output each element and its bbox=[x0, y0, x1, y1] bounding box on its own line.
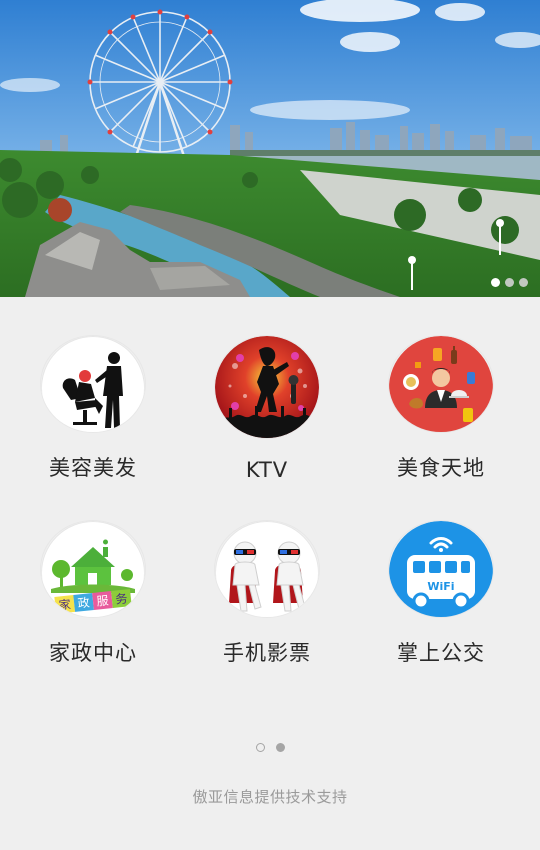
grid-pagination bbox=[0, 743, 540, 752]
service-tile-ktv[interactable]: KTV bbox=[177, 297, 357, 482]
service-label: 美容美发 bbox=[49, 456, 137, 480]
service-label: 掌上公交 bbox=[397, 641, 485, 665]
movie-3d-glasses-icon bbox=[215, 521, 319, 617]
service-label: 家政中心 bbox=[49, 641, 137, 665]
service-label: 美食天地 bbox=[397, 456, 485, 480]
service-tile-bus[interactable]: WiFi 掌上公交 bbox=[351, 482, 531, 667]
footer-credit: 傲亚信息提供技术支持 bbox=[192, 788, 348, 806]
banner-dot[interactable] bbox=[519, 278, 528, 287]
wifi-bus-icon: WiFi bbox=[389, 521, 493, 617]
banner-dot[interactable] bbox=[491, 278, 500, 287]
sign-char: 务 bbox=[115, 590, 129, 606]
sign-char: 政 bbox=[77, 595, 90, 610]
bus-sign-text: WiFi bbox=[427, 580, 454, 593]
service-tile-housekeeping[interactable]: 家 政 服 务 家政中心 bbox=[3, 482, 183, 667]
service-label: KTV bbox=[245, 458, 289, 482]
ktv-singer-icon bbox=[215, 336, 319, 438]
sign-char: 服 bbox=[96, 593, 109, 608]
service-label: 手机影票 bbox=[223, 641, 311, 665]
banner-pagination bbox=[491, 278, 528, 287]
page-dot[interactable] bbox=[255, 743, 265, 752]
banner-dot[interactable] bbox=[505, 278, 514, 287]
banner-image bbox=[0, 0, 540, 297]
page-dot-active[interactable] bbox=[275, 743, 285, 752]
service-tile-food[interactable]: 美食天地 bbox=[351, 297, 531, 482]
service-tile-movie[interactable]: 手机影票 bbox=[177, 482, 357, 667]
service-tile-salon[interactable]: 美容美发 bbox=[3, 297, 183, 482]
sign-char: 家 bbox=[58, 596, 72, 612]
salon-icon bbox=[41, 336, 145, 432]
banner-carousel[interactable] bbox=[0, 0, 540, 297]
housekeeping-house-icon: 家 政 服 务 bbox=[41, 521, 145, 617]
food-waiter-icon bbox=[389, 336, 493, 432]
